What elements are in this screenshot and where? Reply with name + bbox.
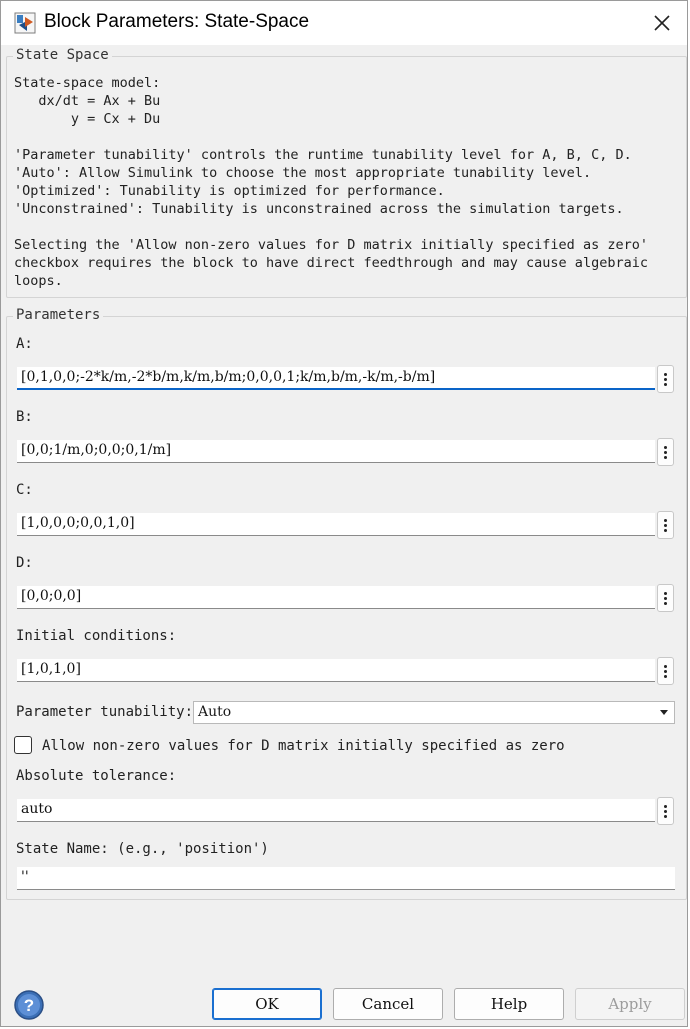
chevron-down-icon	[660, 710, 668, 715]
svg-text:?: ?	[24, 996, 34, 1015]
a-matrix-input[interactable]: [0,1,0,0;-2*k/m,-2*b/m,k/m,b/m;0,0,0,1;k…	[17, 367, 655, 390]
parameter-tunability-select[interactable]: Auto	[193, 701, 675, 724]
parameter-tunability-value: Auto	[198, 704, 232, 720]
initial-conditions-input[interactable]: [1,0,1,0]	[17, 659, 655, 682]
c-matrix-input[interactable]: [1,0,0,0;0,0,1,0]	[17, 513, 655, 536]
d-matrix-menu-button[interactable]	[657, 584, 674, 612]
b-matrix-label: B:	[16, 409, 33, 425]
description-line: y = Cx + Du	[14, 111, 161, 127]
b-matrix-input[interactable]: [0,0;1/m,0;0,0;0,1/m]	[17, 440, 655, 463]
state-name-label: State Name: (e.g., 'position')	[16, 841, 269, 857]
b-matrix-menu-button[interactable]	[657, 438, 674, 466]
c-matrix-label: C:	[16, 482, 33, 498]
close-button[interactable]	[647, 9, 677, 37]
absolute-tolerance-menu-button[interactable]	[657, 797, 674, 825]
initial-conditions-label: Initial conditions:	[16, 628, 177, 644]
allow-nonzero-d-checkbox[interactable]	[14, 736, 32, 754]
description-group-title: State Space	[13, 47, 112, 63]
simulink-block-icon	[14, 12, 36, 34]
description-line: 'Auto': Allow Simulink to choose the mos…	[14, 165, 592, 181]
absolute-tolerance-input[interactable]: auto	[17, 799, 655, 822]
state-name-input[interactable]: ''	[17, 867, 675, 890]
description-line: State-space model:	[14, 75, 161, 91]
d-matrix-input[interactable]: [0,0;0,0]	[17, 586, 655, 609]
description-line: 'Optimized': Tunability is optimized for…	[14, 183, 445, 199]
parameters-group-title: Parameters	[13, 307, 104, 323]
a-matrix-label: A:	[16, 336, 33, 352]
question-mark-icon[interactable]: ?	[13, 989, 45, 1021]
description-line: 'Unconstrained': Tunability is unconstra…	[14, 201, 624, 217]
title-bar: Block Parameters: State-Space	[1, 1, 687, 45]
absolute-tolerance-label: Absolute tolerance:	[16, 768, 177, 784]
ok-button[interactable]: OK	[212, 988, 322, 1020]
description-line: dx/dt = Ax + Bu	[14, 93, 161, 109]
a-matrix-menu-button[interactable]	[657, 365, 674, 393]
description-line: checkbox requires the block to have dire…	[14, 255, 648, 271]
apply-button[interactable]: Apply	[575, 988, 685, 1020]
cancel-button[interactable]: Cancel	[333, 988, 443, 1020]
window-title: Block Parameters: State-Space	[44, 11, 310, 32]
allow-nonzero-d-label[interactable]: Allow non-zero values for D matrix initi…	[42, 738, 565, 754]
help-button[interactable]: Help	[454, 988, 564, 1020]
d-matrix-label: D:	[16, 555, 33, 571]
description-line: loops.	[14, 273, 63, 289]
initial-conditions-menu-button[interactable]	[657, 657, 674, 685]
block-parameters-dialog: Block Parameters: State-Space State Spac…	[0, 0, 688, 1027]
description-line: Selecting the 'Allow non-zero values for…	[14, 237, 648, 253]
parameter-tunability-label: Parameter tunability:	[16, 704, 194, 720]
description-line: 'Parameter tunability' controls the runt…	[14, 147, 632, 163]
c-matrix-menu-button[interactable]	[657, 511, 674, 539]
close-icon	[654, 15, 670, 31]
